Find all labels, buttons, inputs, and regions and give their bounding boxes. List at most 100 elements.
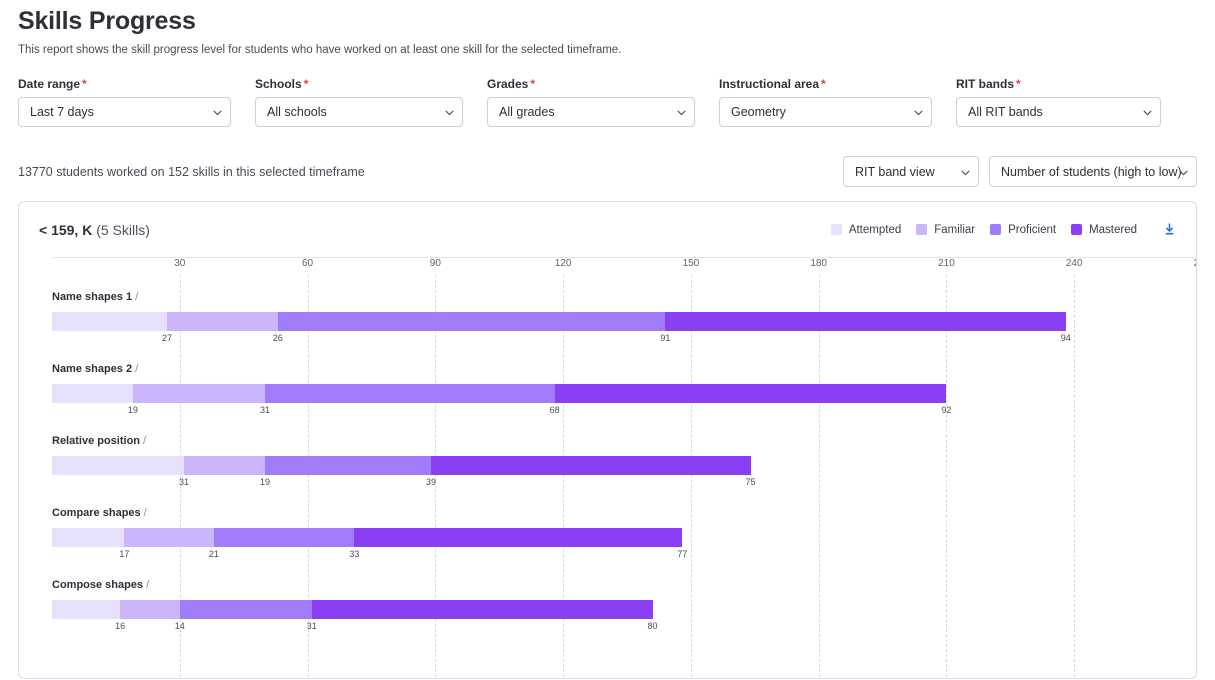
chevron-down-icon [444,107,454,116]
legend-item-familiar[interactable]: Familiar [916,224,975,236]
summary-text: 13770 students worked on 152 skills in t… [18,164,365,179]
bar-segment-value: 31 [259,405,270,415]
legend-label: Proficient [1008,223,1057,236]
chart-row: Name shapes 2/19 31 68 92 [52,363,1196,419]
chart-legend: Attempted Familiar Proficient Mastered [830,221,1178,239]
bar-segment-attempted[interactable] [52,456,185,475]
chart-row: Compose shapes/16 14 31 80 [52,579,1196,635]
required-marker: * [530,77,536,91]
skill-name-separator: / [146,579,150,591]
band-range-label: < 159, K [39,221,93,238]
legend-label: Familiar [934,223,976,236]
skill-name-text: Name shapes 2 [52,363,133,375]
chevron-down-icon [676,107,686,116]
legend-item-proficient[interactable]: Proficient [990,224,1056,236]
schools-select[interactable]: All schools [255,97,463,127]
bar-segment-attempted[interactable] [52,600,121,619]
bar-segment-proficient[interactable] [277,312,666,331]
filter-grades-label: Grades * [487,77,536,91]
skill-count-label: (5 Skills) [96,221,150,238]
skill-name-text: Relative position [52,435,141,447]
filter-rit-bands: RIT bands * All RIT bands [956,77,1161,127]
x-axis-tick-label: 270 [1194,258,1196,269]
bar-segment-value: 21 [208,549,219,559]
view-mode-select[interactable]: RIT band view [843,156,979,187]
bar-segment-proficient[interactable] [213,528,355,547]
stacked-bar [52,600,653,619]
filter-schools-label: Schools * [255,77,309,91]
bar-segment-value: 80 [647,621,658,631]
page-subtitle: This report shows the skill progress lev… [18,44,622,56]
view-mode-wrapper: RIT band view [843,156,979,187]
x-axis-tick-label: 60 [301,258,314,269]
stacked-bar [52,384,947,403]
rit-bands-select[interactable]: All RIT bands [956,97,1161,127]
bar-segment-value: 31 [179,477,190,487]
stacked-bar [52,528,683,547]
legend-label: Attempted [848,223,902,236]
skill-name-label[interactable]: Compose shapes / [52,579,149,591]
required-marker: * [82,77,87,91]
legend-swatch-familiar [916,224,928,235]
sort-order-wrapper: Number of students (high to low) [989,156,1197,187]
skill-name-text: Name shapes 1 [52,291,133,303]
bar-segment-proficient[interactable] [264,456,432,475]
x-axis-tick-label: 210 [938,258,955,269]
bar-segment-familiar[interactable] [184,456,265,475]
bar-segment-attempted[interactable] [52,312,167,331]
bar-segment-value: 17 [119,549,130,559]
bar-segment-value: 19 [127,405,138,415]
skill-name-separator: / [143,435,147,447]
filter-bar: Date range * Last 7 days Schools * All sch… [18,77,1197,127]
legend-item-mastered[interactable]: Mastered [1071,224,1137,236]
bar-segment-value: 26 [272,333,283,343]
date-range-value: Last 7 days [30,105,94,119]
bar-segment-familiar[interactable] [120,600,180,619]
bar-segment-mastered[interactable] [665,312,1066,331]
bar-segment-attempted[interactable] [52,384,133,403]
legend-label: Mastered [1089,223,1137,236]
chart-row: Name shapes 1/27 26 91 94 [52,291,1196,347]
required-marker: * [1016,77,1021,91]
chevron-down-icon [960,167,970,176]
chart-row: Relative position/31 19 39 75 [52,435,1196,491]
instructional-area-value: Geometry [731,105,786,119]
bar-segment-mastered[interactable] [431,456,751,475]
bar-segment-mastered[interactable] [354,528,683,547]
bar-segment-value: 92 [941,405,952,415]
required-marker: * [303,77,309,91]
grades-select[interactable]: All grades [487,97,695,127]
page-title: Skills Progress [18,7,196,35]
legend-swatch-attempted [830,224,842,235]
bar-segment-value: 77 [677,549,688,559]
summary-row: 13770 students worked on 152 skills in t… [18,156,1197,187]
filter-instructional-area-label: Instructional area * [719,77,826,91]
skill-name-text: Compare shapes [52,507,141,519]
bar-segment-value: 16 [115,621,126,631]
required-marker: * [821,77,826,91]
skill-name-label[interactable]: Name shapes 2/ [52,363,138,375]
bar-segment-value: 94 [1060,333,1071,343]
skills-progress-page: Skills Progress This report shows the sk… [0,6,1215,680]
bar-segment-proficient[interactable] [179,600,312,619]
stacked-bar [52,312,1066,331]
instructional-area-select[interactable]: Geometry [719,97,932,127]
filter-grades: Grades * All grades [487,77,695,127]
bar-segment-familiar[interactable] [167,312,278,331]
bar-segment-mastered[interactable] [311,600,653,619]
bar-segment-proficient[interactable] [264,384,555,403]
sort-order-value: Number of students (high to low) [1001,164,1182,179]
skill-name-label[interactable]: Name shapes 1/ [52,291,138,303]
bar-segment-attempted[interactable] [52,528,125,547]
date-range-select[interactable]: Last 7 days [18,97,231,127]
bar-segment-familiar[interactable] [124,528,214,547]
bar-segment-value: 14 [174,621,185,631]
download-icon[interactable] [1160,221,1178,239]
skill-name-label[interactable]: Compare shapes / [52,507,147,519]
skill-name-label[interactable]: Relative position / [52,435,146,447]
sort-order-select[interactable]: Number of students (high to low) [989,156,1197,187]
bar-segment-mastered[interactable] [554,384,947,403]
bar-segment-familiar[interactable] [132,384,265,403]
legend-item-attempted[interactable]: Attempted [830,223,902,236]
filter-rit-bands-label: RIT bands * [956,77,1021,91]
